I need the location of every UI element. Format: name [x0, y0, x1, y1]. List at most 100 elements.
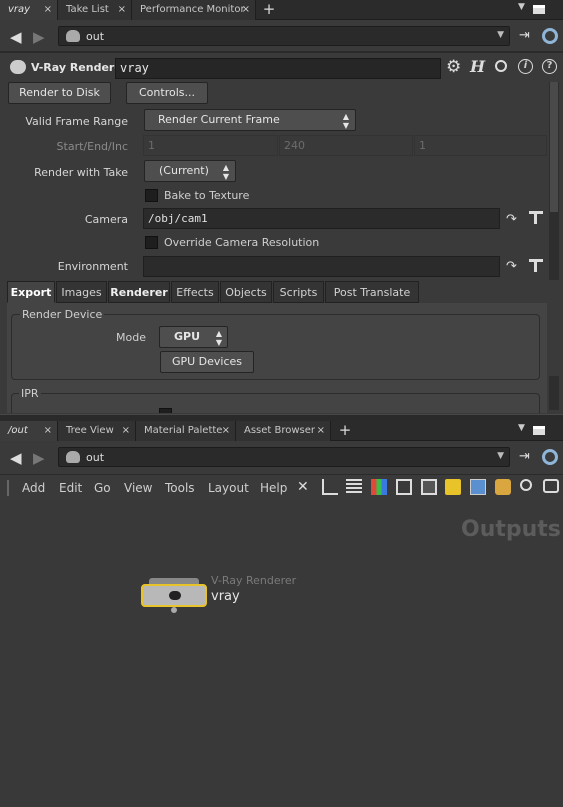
updown-icon: ▲ ▼: [215, 329, 222, 347]
path-value: out: [86, 30, 105, 43]
color-palette-icon[interactable]: [371, 479, 387, 495]
pane-menu-icon[interactable]: ▼: [518, 2, 525, 12]
tab-performance-monitor[interactable]: Performance Monitor ×: [132, 0, 256, 20]
jump-icon[interactable]: ↷: [506, 212, 517, 227]
maximize-icon[interactable]: [533, 426, 545, 435]
menu-edit[interactable]: Edit: [59, 481, 82, 495]
divider: [0, 51, 563, 53]
search-icon[interactable]: [520, 479, 532, 491]
render-to-disk-button[interactable]: Render to Disk: [8, 82, 111, 104]
pin-icon[interactable]: ⇥: [519, 28, 530, 43]
grid-icon[interactable]: [396, 479, 412, 495]
tab-objects[interactable]: Objects: [220, 281, 272, 303]
close-icon[interactable]: ×: [222, 421, 230, 440]
mode-value: GPU: [174, 330, 201, 343]
tab-post-translate[interactable]: Post Translate: [325, 281, 419, 303]
link-icon[interactable]: [542, 28, 558, 44]
box-icon[interactable]: [495, 479, 511, 495]
node-type-label: V-Ray Renderer: [31, 61, 128, 74]
chooser-stem: [534, 214, 537, 224]
controls-button[interactable]: Controls...: [126, 82, 208, 104]
node-name-label: vray: [211, 589, 240, 604]
node-info-icon[interactable]: [421, 479, 437, 495]
vray-node[interactable]: [141, 584, 207, 607]
menu-help[interactable]: Help: [260, 481, 287, 495]
node-name-field[interactable]: vray: [115, 58, 441, 79]
help-icon[interactable]: ?: [542, 59, 557, 74]
environment-field[interactable]: [143, 256, 500, 277]
forward-arrow-icon[interactable]: ▶: [33, 28, 45, 46]
override-camera-resolution-checkbox[interactable]: [145, 236, 158, 249]
eye-icon[interactable]: [543, 479, 559, 493]
tab-material-palette[interactable]: Material Palette ×: [136, 421, 236, 441]
ipr-checkbox[interactable]: [159, 408, 172, 413]
node-name-value: vray: [120, 61, 149, 75]
menu-layout[interactable]: Layout: [208, 481, 249, 495]
info-icon[interactable]: i: [518, 59, 533, 74]
menu-tools[interactable]: Tools: [165, 481, 195, 495]
render-with-take-select[interactable]: (Current) ▲ ▼: [144, 160, 236, 182]
chevron-down-icon[interactable]: ▼: [497, 451, 504, 461]
sticky-note-icon[interactable]: [445, 479, 461, 495]
close-icon[interactable]: ×: [242, 0, 250, 19]
chooser-icon[interactable]: [529, 211, 543, 225]
tab-renderer[interactable]: Renderer: [108, 281, 170, 303]
mode-label: Mode: [116, 331, 146, 344]
add-tab-icon[interactable]: +: [336, 421, 354, 441]
maximize-icon[interactable]: [533, 5, 545, 14]
tab-export[interactable]: Export: [7, 281, 55, 303]
close-icon[interactable]: ×: [44, 421, 52, 440]
image-icon[interactable]: [470, 479, 486, 495]
camera-field[interactable]: /obj/cam1: [143, 208, 500, 229]
updown-icon: ▲ ▼: [342, 112, 349, 130]
link-icon[interactable]: [542, 449, 558, 465]
updown-icon: ▲ ▼: [222, 163, 229, 181]
tree-icon[interactable]: [322, 479, 338, 495]
list-icon[interactable]: [346, 479, 362, 495]
tab-scripts[interactable]: Scripts: [273, 281, 324, 303]
close-icon[interactable]: ×: [44, 0, 52, 19]
tab-effects[interactable]: Effects: [171, 281, 219, 303]
back-arrow-icon[interactable]: ◀: [10, 449, 22, 467]
tab-asset-browser[interactable]: Asset Browser ×: [236, 421, 331, 441]
node-output-connector[interactable]: [171, 607, 177, 613]
help-h-icon[interactable]: H: [470, 57, 485, 76]
menu-view[interactable]: View: [124, 481, 152, 495]
add-tab-icon[interactable]: +: [260, 0, 278, 20]
tab-label: Material Palette: [144, 425, 223, 436]
forward-arrow-icon[interactable]: ▶: [33, 449, 45, 467]
start-frame-value: 1: [148, 139, 155, 152]
tab-vray[interactable]: vray ×: [0, 0, 58, 20]
scrollbar-thumb[interactable]: [550, 82, 558, 212]
chooser-icon[interactable]: [529, 259, 543, 273]
chevron-down-icon[interactable]: ▼: [497, 30, 504, 40]
valid-frame-range-select[interactable]: Render Current Frame ▲ ▼: [144, 109, 356, 131]
pin-icon[interactable]: ⇥: [519, 449, 530, 464]
back-arrow-icon[interactable]: ◀: [10, 28, 22, 46]
wrench-icon[interactable]: ✕: [297, 479, 313, 495]
pane-menu-icon[interactable]: ▼: [518, 423, 525, 433]
network-canvas[interactable]: Outputs V-Ray Renderer vray: [0, 500, 563, 807]
gpu-devices-button[interactable]: GPU Devices: [160, 351, 254, 373]
tab-take-list[interactable]: Take List ×: [58, 0, 132, 20]
path-field[interactable]: out ▼: [58, 26, 510, 46]
tab-content-scrollbar[interactable]: [549, 376, 559, 410]
renderer-tab-content: Render Device Mode GPU ▲ ▼ GPU Devices IP…: [7, 303, 547, 413]
param-scrollbar[interactable]: [549, 82, 559, 280]
tab-tree-view[interactable]: Tree View ×: [58, 421, 136, 441]
jump-icon[interactable]: ↷: [506, 259, 517, 274]
close-icon[interactable]: ×: [118, 0, 126, 19]
tab-images[interactable]: Images: [56, 281, 107, 303]
close-icon[interactable]: ×: [122, 421, 130, 440]
path-field[interactable]: out ▼: [58, 447, 510, 467]
tab-out[interactable]: /out ×: [0, 421, 58, 441]
menu-go[interactable]: Go: [94, 481, 111, 495]
gear-icon[interactable]: ⚙: [446, 57, 461, 77]
network-icon: [66, 30, 80, 42]
search-icon[interactable]: [495, 60, 507, 72]
bake-to-texture-checkbox[interactable]: [145, 189, 158, 202]
close-icon[interactable]: ×: [317, 421, 325, 440]
pane-splitter[interactable]: [0, 414, 563, 421]
menu-add[interactable]: Add: [22, 481, 45, 495]
mode-select[interactable]: GPU ▲ ▼: [159, 326, 228, 348]
